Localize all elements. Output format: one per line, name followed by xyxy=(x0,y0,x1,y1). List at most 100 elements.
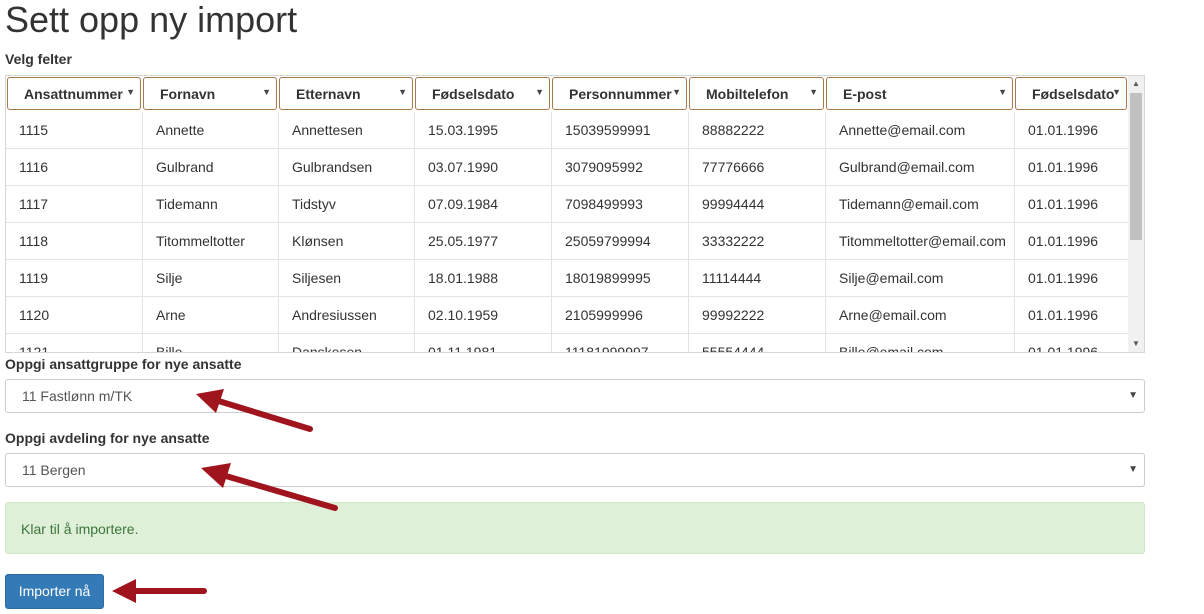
cell-fodselsdato-2: 01.01.1996 xyxy=(1028,159,1099,175)
cell-fornavn: Gulbrand xyxy=(143,149,279,186)
cell-fodselsdato-2: 01.01.1996 xyxy=(1028,122,1099,138)
column-header-mobiltelefon[interactable]: Mobiltelefon ▼ xyxy=(689,77,824,110)
table-row: 1119 Silje Siljesen 18.01.1988 180198999… xyxy=(6,260,1130,297)
grid-scrollbar[interactable]: ▲ ▼ xyxy=(1128,76,1144,352)
cell-personnummer: 15039599991 xyxy=(552,112,689,149)
column-header-fodselsdato[interactable]: Fødselsdato ▼ xyxy=(415,77,550,110)
cell-personnummer: 7098499993 xyxy=(552,186,689,223)
chevron-down-icon: ▼ xyxy=(1128,464,1138,475)
employee-group-value: 11 Fastlønn m/TK xyxy=(22,388,133,404)
column-header-personnummer[interactable]: Personnummer ▼ xyxy=(552,77,687,110)
cell-personnummer: 11181999997 xyxy=(552,334,689,352)
dropdown-caret-icon: ▼ xyxy=(672,87,681,97)
status-message: Klar til å importere. xyxy=(21,521,139,537)
cell-mobiltelefon: 11114444 xyxy=(689,260,826,297)
column-header-ansattnummer[interactable]: Ansattnummer ▼ xyxy=(7,77,141,110)
cell-mobiltelefon: 55554444 xyxy=(689,334,826,352)
cell-fodselsdato: 02.10.1959 xyxy=(415,297,552,334)
cell-etternavn: Tidstyv xyxy=(279,186,415,223)
cell-etternavn: Andresiussen xyxy=(279,297,415,334)
cell-etternavn: Siljesen xyxy=(279,260,415,297)
cell-epost: Annette@email.com xyxy=(826,112,1015,149)
cell-etternavn: Annettesen xyxy=(279,112,415,149)
dropdown-caret-icon: ▼ xyxy=(1112,87,1121,97)
fields-label: Velg felter xyxy=(5,51,72,67)
cell-personnummer: 18019899995 xyxy=(552,260,689,297)
cell-fornavn: Bille xyxy=(143,334,279,352)
annotation-arrow-icon xyxy=(201,463,338,511)
column-header-fornavn[interactable]: Fornavn ▼ xyxy=(143,77,277,110)
cell-personnummer: 2105999996 xyxy=(552,297,689,334)
column-header-label: Fødselsdato xyxy=(432,86,515,102)
department-label: Oppgi avdeling for nye ansatte xyxy=(5,430,210,446)
cell-fodselsdato-2: 01.01.1996 xyxy=(1028,233,1099,249)
cell-epost: Gulbrand@email.com xyxy=(826,149,1015,186)
cell-fodselsdato: 25.05.1977 xyxy=(415,223,552,260)
cell-mobiltelefon: 88882222 xyxy=(689,112,826,149)
chevron-down-icon: ▼ xyxy=(1128,390,1138,401)
cell-etternavn: Danskesen xyxy=(279,334,415,352)
cell-epost: Silje@email.com xyxy=(826,260,1015,297)
cell-ansattnummer: 1121 xyxy=(6,334,143,352)
annotation-arrow-icon xyxy=(112,579,207,603)
column-header-fodselsdato-2[interactable]: Fødselsdato ▼ xyxy=(1015,77,1127,110)
column-header-label: Mobiltelefon xyxy=(706,86,789,102)
cell-epost: Tidemann@email.com xyxy=(826,186,1015,223)
table-row: 1115 Annette Annettesen 15.03.1995 15039… xyxy=(6,112,1130,149)
cell-epost: Titommeltotter@email.com xyxy=(826,223,1015,260)
column-header-label: E-post xyxy=(843,86,887,102)
grid-header: Ansattnummer ▼ Fornavn ▼ Etternavn ▼ Fød… xyxy=(6,76,1130,112)
cell-mobiltelefon: 77776666 xyxy=(689,149,826,186)
dropdown-caret-icon: ▼ xyxy=(998,87,1007,97)
scroll-up-arrow-icon[interactable]: ▲ xyxy=(1128,76,1144,92)
import-now-button[interactable]: Importer nå xyxy=(5,574,104,609)
table-row: 1117 Tidemann Tidstyv 07.09.1984 7098499… xyxy=(6,186,1130,223)
employee-group-label: Oppgi ansattgruppe for nye ansatte xyxy=(5,356,242,372)
cell-fodselsdato: 15.03.1995 xyxy=(415,112,552,149)
column-header-epost[interactable]: E-post ▼ xyxy=(826,77,1013,110)
cell-fornavn: Annette xyxy=(143,112,279,149)
import-preview-grid: Ansattnummer ▼ Fornavn ▼ Etternavn ▼ Fød… xyxy=(5,75,1145,353)
cell-mobiltelefon: 99992222 xyxy=(689,297,826,334)
column-header-label: Ansattnummer xyxy=(24,86,123,102)
status-alert: Klar til å importere. xyxy=(5,502,1145,554)
dropdown-caret-icon: ▼ xyxy=(535,87,544,97)
column-header-etternavn[interactable]: Etternavn ▼ xyxy=(279,77,413,110)
table-row: 1120 Arne Andresiussen 02.10.1959 210599… xyxy=(6,297,1130,334)
cell-fodselsdato: 07.09.1984 xyxy=(415,186,552,223)
table-row: 1118 Titommeltotter Kløn­sen 25.05.1977 … xyxy=(6,223,1130,260)
column-header-label: Fødselsdato xyxy=(1032,86,1115,102)
scroll-down-arrow-icon[interactable]: ▼ xyxy=(1128,336,1144,352)
dropdown-caret-icon: ▼ xyxy=(398,87,407,97)
cell-fodselsdato: 03.07.1990 xyxy=(415,149,552,186)
cell-mobiltelefon: 33332222 xyxy=(689,223,826,260)
cell-personnummer: 25059799994 xyxy=(552,223,689,260)
cell-fodselsdato-2: 01.01.1996 xyxy=(1028,270,1099,286)
column-header-label: Fornavn xyxy=(160,86,216,102)
cell-fodselsdato: 01.11.1981 xyxy=(415,334,552,352)
department-select[interactable]: 11 Bergen ▼ xyxy=(5,453,1145,487)
cell-ansattnummer: 1120 xyxy=(6,297,143,334)
cell-fornavn: Tidemann xyxy=(143,186,279,223)
cell-fodselsdato-2: 01.01.1996 xyxy=(1028,344,1099,353)
cell-fodselsdato: 18.01.1988 xyxy=(415,260,552,297)
scroll-thumb[interactable] xyxy=(1130,93,1142,240)
cell-fornavn: Arne xyxy=(143,297,279,334)
cell-fornavn: Silje xyxy=(143,260,279,297)
cell-epost: Arne@email.com xyxy=(826,297,1015,334)
cell-etternavn: Gulbrandsen xyxy=(279,149,415,186)
annotation-arrow-icon xyxy=(196,389,313,432)
cell-fodselsdato-2: 01.01.1996 xyxy=(1028,307,1099,323)
cell-ansattnummer: 1115 xyxy=(6,112,143,149)
column-header-label: Etternavn xyxy=(296,86,361,102)
employee-group-select[interactable]: 11 Fastlønn m/TK ▼ xyxy=(5,379,1145,413)
table-row: 1116 Gulbrand Gulbrandsen 03.07.1990 307… xyxy=(6,149,1130,186)
cell-ansattnummer: 1119 xyxy=(6,260,143,297)
cell-fodselsdato-2: 01.01.1996 xyxy=(1028,196,1099,212)
table-row: 1121 Bille Danskesen 01.11.1981 11181999… xyxy=(6,334,1130,353)
cell-personnummer: 3079095992 xyxy=(552,149,689,186)
cell-etternavn: Kløn­sen xyxy=(279,223,415,260)
cell-mobiltelefon: 99994444 xyxy=(689,186,826,223)
dropdown-caret-icon: ▼ xyxy=(262,87,271,97)
cell-ansattnummer: 1117 xyxy=(6,186,143,223)
